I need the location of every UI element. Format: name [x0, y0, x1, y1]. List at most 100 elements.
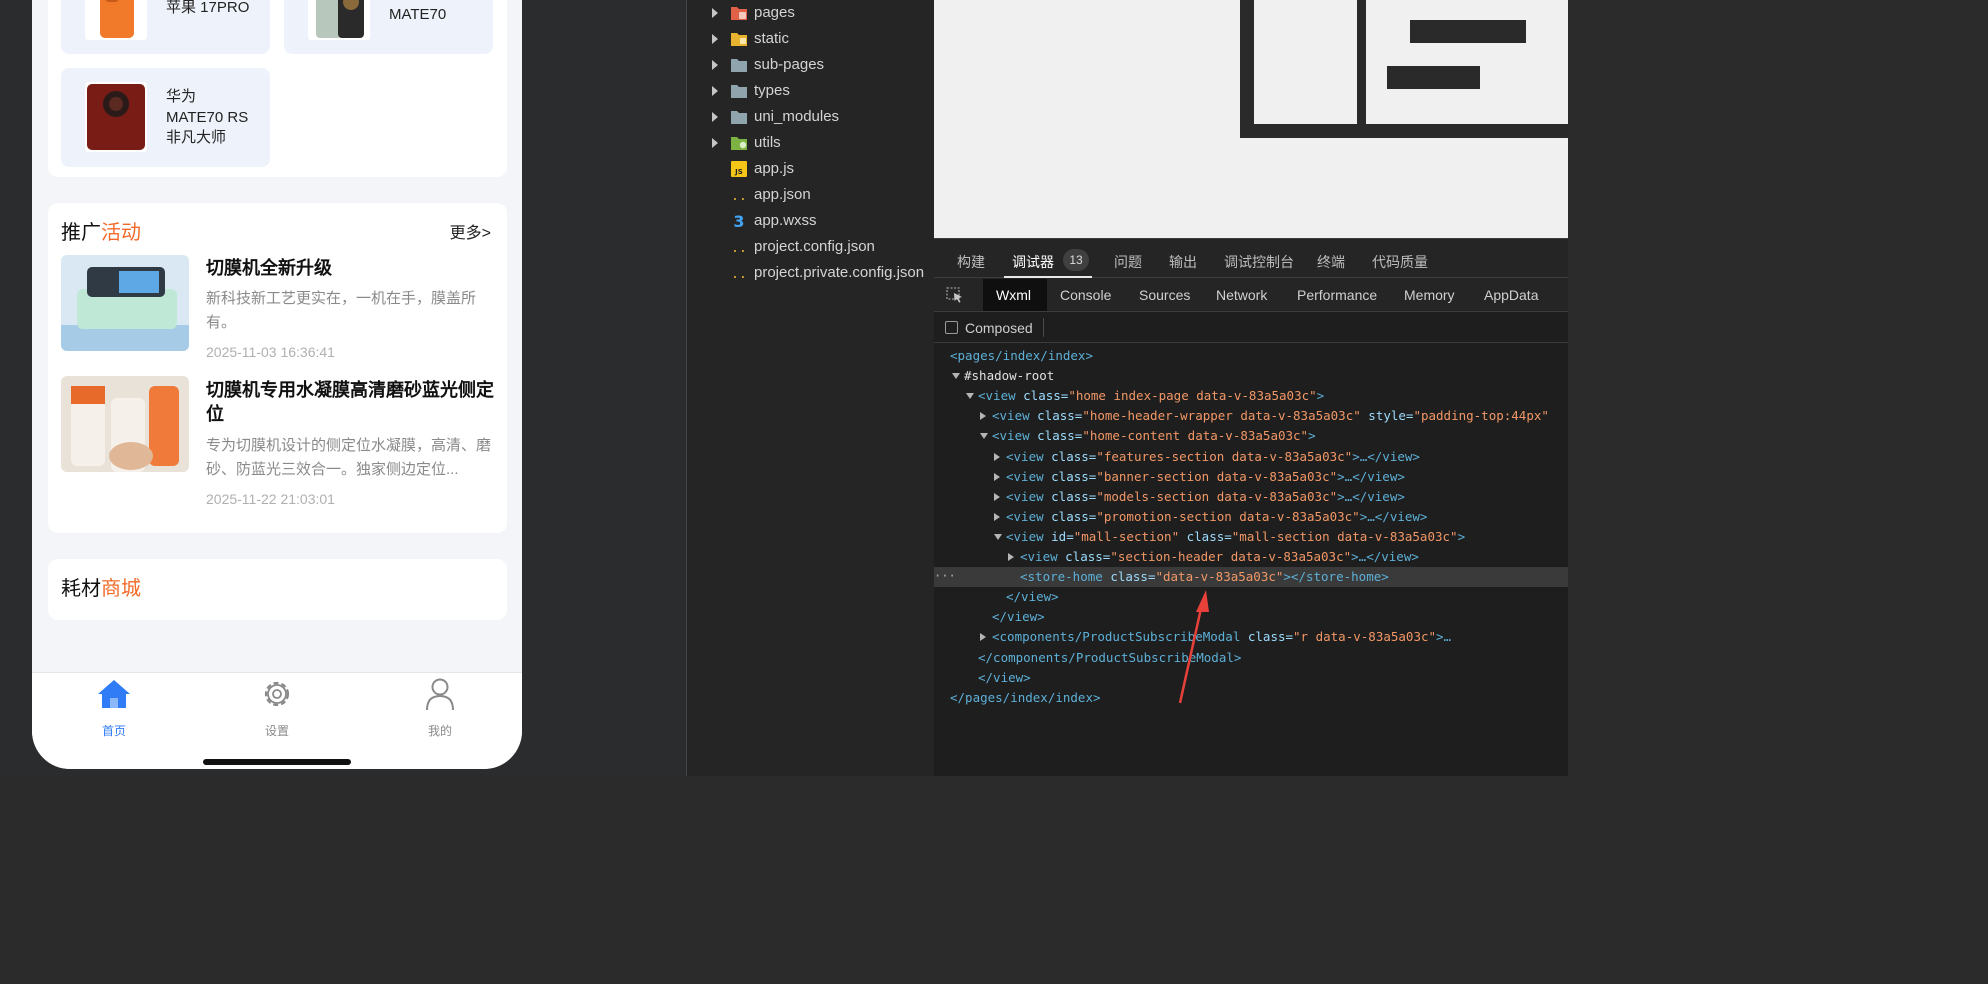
tab-performance[interactable]: Performance: [1297, 287, 1377, 303]
tab-appdata[interactable]: AppData: [1484, 287, 1538, 303]
tree-node[interactable]: </pages/index/index>: [934, 688, 1568, 708]
expand-arrow-icon[interactable]: [712, 138, 718, 148]
tab-sources[interactable]: Sources: [1139, 287, 1190, 303]
explorer-item-static[interactable]: static: [687, 27, 934, 53]
tree-node[interactable]: </components/ProductSubscribeModal>: [934, 648, 1568, 668]
tab-wxml[interactable]: Wxml: [996, 287, 1031, 303]
tree-node[interactable]: </view>: [934, 668, 1568, 688]
svg-text:3: 3: [733, 213, 744, 229]
tab-code-quality[interactable]: 代码质量: [1372, 252, 1428, 272]
expand-arrow-icon[interactable]: [712, 60, 718, 70]
tab-problems[interactable]: 问题: [1114, 252, 1142, 272]
phone-screen: 苹果 17PRO 华为 MATE70 华为 MATE70 RS 非凡大师 推广活…: [32, 0, 522, 769]
tree-node[interactable]: <view class="section-header data-v-83a5a…: [934, 547, 1568, 567]
tab-memory[interactable]: Memory: [1404, 287, 1455, 303]
model-tile-mate70rs[interactable]: 华为 MATE70 RS 非凡大师: [61, 68, 270, 167]
promotion-card: 推广活动 更多> 切膜机全新升级 新科技新工艺更实在，一机在手，膜盖所有。 20…: [48, 203, 507, 533]
mall-card: 耗材商城: [48, 559, 507, 620]
tree-node[interactable]: <components/ProductSubscribeModal class=…: [934, 627, 1568, 647]
explorer-item-label: pages: [754, 4, 795, 21]
tree-node-code: <store-home class="data-v-83a5a03c"></st…: [1020, 569, 1389, 585]
tab-home[interactable]: 首页: [64, 673, 164, 743]
wxml-tree: <pages/index/index> #shadow-root <view cla…: [934, 346, 1568, 776]
explorer-item-label: app.js: [754, 160, 795, 177]
explorer-item-uni-modules[interactable]: uni_modules: [687, 105, 934, 131]
promo-desc: 专为切膜机设计的侧定位水凝膜，高清、磨砂、防蓝光三效合一。独家侧边定位...: [206, 437, 492, 478]
more-link[interactable]: 更多>: [450, 219, 491, 243]
expand-arrow-icon[interactable]: [712, 86, 718, 96]
composed-checkbox[interactable]: [945, 321, 958, 334]
promotion-title: 推广活动: [61, 222, 141, 244]
explorer-item-sub-pages[interactable]: sub-pages: [687, 53, 934, 79]
promo-title[interactable]: 切膜机专用水凝膜高清磨砂蓝光侧定位: [206, 378, 496, 426]
explorer-item-app-json[interactable]: {..} app.json: [687, 183, 934, 209]
explorer-item-app-js[interactable]: JS app.js: [687, 157, 934, 183]
explorer-item-label: app.json: [754, 186, 811, 203]
model-tile-mate70[interactable]: 华为 MATE70: [284, 0, 493, 54]
expand-arrow-icon[interactable]: [712, 34, 718, 44]
tree-node[interactable]: <view class="home index-page data-v-83a5…: [934, 386, 1568, 406]
folder-icon: [730, 109, 748, 125]
js-file-icon: JS: [730, 161, 748, 177]
promo-image-film[interactable]: [61, 376, 189, 472]
explorer-item-project-config-json[interactable]: {..} project.config.json: [687, 235, 934, 261]
mall-title: 耗材商城: [61, 578, 141, 600]
tree-node-selected[interactable]: ··· <store-home class="data-v-83a5a03c"><…: [934, 567, 1568, 588]
tree-node[interactable]: <view class="features-section data-v-83a…: [934, 447, 1568, 467]
expand-arrow-icon[interactable]: [980, 412, 986, 421]
promo-image-cutter[interactable]: [61, 255, 189, 351]
expand-arrow-icon[interactable]: [1008, 553, 1014, 561]
collapse-arrow-icon[interactable]: [966, 393, 974, 400]
tree-node[interactable]: </view>: [934, 607, 1568, 627]
expand-arrow-icon[interactable]: [980, 633, 986, 642]
promo-title[interactable]: 切膜机全新升级: [206, 256, 496, 280]
tab-debug-console[interactable]: 调试控制台: [1224, 252, 1294, 272]
tab-debugger[interactable]: 调试器: [1012, 252, 1054, 272]
tree-node-code: <view class="features-section data-v-83a…: [1006, 448, 1420, 464]
tab-label: 首页: [101, 724, 126, 738]
explorer-item-utils[interactable]: utils: [687, 131, 934, 157]
tree-node[interactable]: <view class="home-header-wrapper data-v-…: [934, 406, 1568, 426]
tree-node[interactable]: <view class="banner-section data-v-83a5a…: [934, 467, 1568, 487]
tree-node-code: </view>: [1006, 589, 1059, 605]
explorer-item-label: app.wxss: [754, 212, 817, 229]
folder-pages-icon: [730, 5, 748, 21]
tab-settings[interactable]: 设置: [227, 673, 327, 743]
promo-date: 2025-11-22 21:03:01: [206, 491, 335, 507]
model-tile-iphone[interactable]: 苹果 17PRO: [61, 0, 270, 54]
explorer-item-project-private-config-json[interactable]: {..} project.private.config.json: [687, 261, 934, 287]
tree-node[interactable]: </view>: [934, 587, 1568, 607]
tab-label: 我的: [427, 724, 452, 738]
inspect-cursor-icon[interactable]: [946, 287, 964, 303]
tab-console[interactable]: Console: [1060, 287, 1111, 303]
expand-arrow-icon[interactable]: [994, 472, 1000, 481]
tab-profile[interactable]: 我的: [390, 673, 490, 743]
expand-arrow-icon[interactable]: [994, 512, 1000, 521]
expand-arrow-icon[interactable]: [712, 8, 718, 18]
tab-build[interactable]: 构建: [957, 252, 985, 272]
explorer-item-types[interactable]: types: [687, 79, 934, 105]
tab-output[interactable]: 输出: [1169, 252, 1197, 272]
collapse-arrow-icon[interactable]: [980, 433, 988, 440]
explorer-item-pages[interactable]: pages: [687, 1, 934, 27]
folder-static-icon: [730, 31, 748, 47]
expand-arrow-icon[interactable]: [994, 452, 1000, 461]
tree-node[interactable]: #shadow-root: [934, 366, 1568, 386]
more-dots-icon[interactable]: ···: [934, 569, 956, 583]
tree-node[interactable]: <pages/index/index>: [934, 346, 1568, 366]
expand-arrow-icon[interactable]: [712, 112, 718, 122]
tree-node[interactable]: <view id="mall-section" class="mall-sect…: [934, 527, 1568, 547]
collapse-arrow-icon[interactable]: [952, 373, 960, 380]
tree-node[interactable]: <view class="home-content data-v-83a5a03…: [934, 426, 1568, 446]
devtools-top-tabs: 构建 调试器 13 问题 输出 调试控制台 终端 代码质量: [934, 238, 1568, 278]
explorer-item-app-wxss[interactable]: 3 app.wxss: [687, 209, 934, 235]
tab-network[interactable]: Network: [1216, 287, 1267, 303]
tree-node[interactable]: <view class="models-section data-v-83a5a…: [934, 487, 1568, 507]
explorer-item-label: utils: [754, 134, 781, 151]
collapse-arrow-icon[interactable]: [994, 533, 1002, 540]
tree-node[interactable]: <view class="promotion-section data-v-83…: [934, 507, 1568, 527]
tree-node-code: <view class="home-content data-v-83a5a03…: [992, 428, 1316, 444]
tab-terminal[interactable]: 终端: [1317, 252, 1345, 272]
expand-arrow-icon[interactable]: [994, 492, 1000, 501]
css-file-icon: 3: [730, 212, 748, 231]
